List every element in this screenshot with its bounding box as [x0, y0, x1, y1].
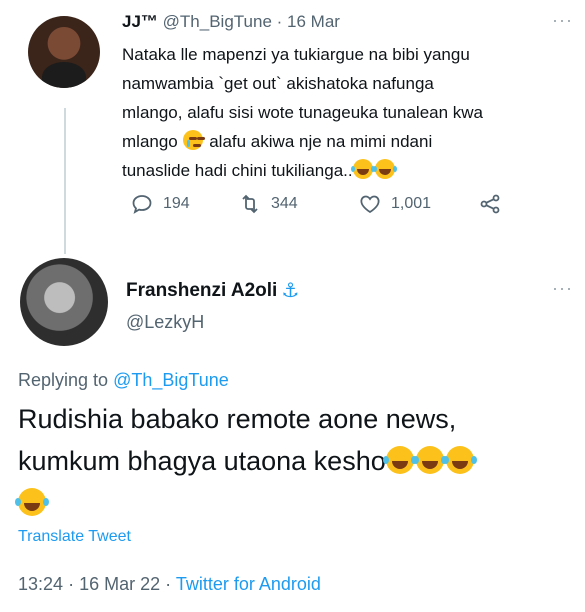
tears-of-joy-emoji-icon [372, 159, 395, 179]
tweet-time[interactable]: 13:24 [18, 574, 63, 594]
username[interactable]: @Th_BigTune [163, 12, 272, 31]
tears-of-joy-emoji-icon [15, 488, 46, 516]
username[interactable]: @LezkyH [126, 312, 204, 333]
reply-count: 194 [163, 195, 190, 212]
share-icon [480, 194, 500, 214]
replying-to-handle-link[interactable]: @Th_BigTune [113, 370, 229, 390]
retweet-count: 344 [271, 195, 298, 212]
display-name[interactable]: Franshenzi A2oli ⚓ [126, 278, 299, 303]
translate-tweet-link[interactable]: Translate Tweet [18, 528, 131, 546]
like-button[interactable]: 1,001 [358, 192, 431, 216]
tweet-text: Rudishia babako remote aone news, kumkum… [15, 398, 578, 524]
retweet-icon [242, 194, 258, 214]
replying-prefix: Replying to [18, 370, 109, 390]
like-icon [360, 195, 380, 214]
reply-icon [132, 195, 152, 214]
tears-of-joy-emoji-icon [442, 446, 474, 474]
more-options-icon[interactable]: ··· [552, 10, 573, 31]
tears-of-joy-emoji-icon [382, 446, 414, 474]
tweet-metadata: 13:24 · 16 Mar 22 · Twitter for Android [18, 574, 321, 594]
tears-of-joy-emoji-icon [350, 159, 373, 179]
tweet-date[interactable]: 16 Mar 22 [79, 574, 160, 594]
reply-button[interactable]: 194 [130, 192, 190, 216]
separator: · [276, 12, 283, 31]
avatar[interactable] [28, 16, 100, 88]
tears-of-joy-emoji-icon [412, 446, 444, 474]
like-count: 1,001 [391, 195, 432, 212]
avatar[interactable] [20, 258, 108, 346]
replying-to: Replying to @Th_BigTune [18, 370, 229, 391]
retweet-button[interactable]: 344 [238, 192, 298, 216]
display-name[interactable]: JJ™ [122, 12, 158, 31]
tweet-header: JJ™ @Th_BigTune · 16 Mar [122, 12, 340, 32]
tweet-date[interactable]: 16 Mar [287, 12, 340, 31]
share-button[interactable] [478, 192, 502, 216]
crying-face-emoji-icon [182, 130, 203, 150]
parent-tweet[interactable]: JJ™ @Th_BigTune · 16 Mar ··· Nataka lle … [0, 0, 585, 250]
tweet-actions: 194 344 1,001 [130, 192, 510, 222]
tweet-text: Nataka lle mapenzi ya tukiargue na bibi … [122, 45, 484, 180]
more-options-icon[interactable]: ··· [552, 278, 573, 299]
display-name-text: Franshenzi A2oli [126, 279, 278, 301]
anchor-icon: ⚓ [281, 280, 300, 302]
tweet-source-link[interactable]: Twitter for Android [176, 574, 321, 594]
